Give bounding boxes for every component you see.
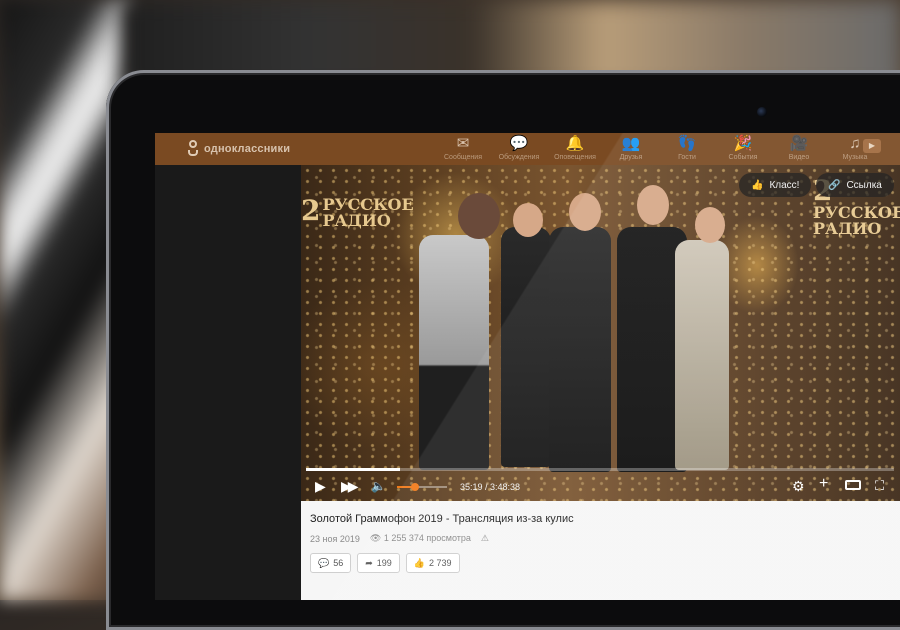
person-head xyxy=(513,203,543,237)
ok-logo-icon xyxy=(187,140,199,157)
person-head xyxy=(569,193,601,231)
share-button[interactable]: ➦ 199 xyxy=(357,553,400,573)
shares-count: 199 xyxy=(376,558,392,568)
top-navigation-bar: одноклассники ✉ Сообщения 💬 Обсуждения 🔔… xyxy=(155,133,900,165)
nav-label: Сообщения xyxy=(444,154,482,161)
nav-label: Видео xyxy=(788,154,810,161)
nav-item-messages[interactable]: ✉ Сообщения xyxy=(435,135,491,163)
envelope-icon: ✉ xyxy=(456,135,470,152)
like-chip-label: Класс! xyxy=(769,179,800,191)
comments-count: 56 xyxy=(333,558,344,568)
play-icon[interactable]: ▶ xyxy=(863,139,881,153)
webcam xyxy=(757,107,767,117)
footprints-icon: 👣 xyxy=(677,135,697,152)
play-icon[interactable]: ▶ xyxy=(315,479,326,493)
share-arrow-icon: ➦ xyxy=(365,557,373,568)
nav-item-discussions[interactable]: 💬 Обсуждения xyxy=(491,135,547,163)
video-player[interactable]: 2 РУССКОЕ РАДИО 2 РУССКОЕ РАДИО 👍 Класс!… xyxy=(301,165,900,501)
main-nav: ✉ Сообщения 💬 Обсуждения 🔔 Оповещения 👥 … xyxy=(435,135,883,163)
logo-text: одноклассники xyxy=(204,142,291,155)
comments-button[interactable]: 💬 56 xyxy=(310,553,352,573)
thumbs-up-icon: 👍 xyxy=(413,557,426,568)
player-controls: ▶ ▶▶ 🔈 35:19 / 3:48:38 ⚙ + ⛶ xyxy=(301,471,900,501)
time-display: 35:19 / 3:48:38 xyxy=(460,482,521,492)
link-chip-label: Ссылка xyxy=(846,179,882,191)
logo-line-2: РАДИО xyxy=(813,219,882,238)
logo-line-2: РАДИО xyxy=(322,211,391,230)
nav-label: Обсуждения xyxy=(498,154,540,161)
ok-logo[interactable]: одноклассники xyxy=(187,140,290,157)
nav-item-video[interactable]: 🎥 Видео xyxy=(771,135,827,163)
thumbs-up-icon: 👍 xyxy=(751,179,764,191)
plus-icon[interactable]: + xyxy=(819,476,828,492)
volume-icon[interactable]: 🔈 xyxy=(371,479,386,493)
volume-slider[interactable] xyxy=(397,483,447,491)
person-silver-jacket xyxy=(419,235,489,470)
person-dark xyxy=(501,227,551,467)
volume-slider-knob[interactable] xyxy=(410,483,419,491)
like-chip[interactable]: 👍 Класс! xyxy=(739,173,812,197)
video-meta: 23 ноя 2019 👁 1 255 374 просмотра ⚠ xyxy=(310,533,489,544)
events-icon: 🎉 xyxy=(733,135,753,152)
link-chip[interactable]: 🔗 Ссылка xyxy=(816,173,894,197)
views-group: 👁 1 255 374 просмотра xyxy=(370,533,471,544)
nav-label: Оповещения xyxy=(554,154,596,161)
russkoe-radio-logo-left: 2 РУССКОЕ РАДИО xyxy=(301,197,414,229)
nav-item-friends[interactable]: 👥 Друзья xyxy=(603,135,659,163)
nav-item-events[interactable]: 🎉 События xyxy=(715,135,771,163)
stats-buttons: 💬 56 ➦ 199 👍 2 739 xyxy=(310,553,460,573)
person-head xyxy=(458,193,500,239)
friends-icon: 👥 xyxy=(621,135,641,152)
nav-label: Музыка xyxy=(842,154,868,161)
link-icon: 🔗 xyxy=(828,179,841,191)
nav-label: События xyxy=(728,154,758,161)
nav-item-notifications[interactable]: 🔔 Оповещения xyxy=(547,135,603,163)
video-title: Золотой Граммофон 2019 - Трансляция из-з… xyxy=(310,513,574,525)
left-panel xyxy=(155,165,301,600)
person-sequin-jacket xyxy=(549,227,611,472)
views-count: 1 255 374 просмотра xyxy=(383,533,471,543)
video-camera-icon: 🎥 xyxy=(789,135,809,152)
upload-date: 23 ноя 2019 xyxy=(310,533,360,544)
nav-label: Друзья xyxy=(619,154,643,161)
bell-icon: 🔔 xyxy=(565,135,585,152)
laptop-screen: одноклассники ✉ Сообщения 💬 Обсуждения 🔔… xyxy=(155,133,900,600)
person-head xyxy=(695,207,725,243)
skip-forward-icon[interactable]: ▶▶ xyxy=(341,479,358,493)
gear-icon[interactable]: ⚙ xyxy=(792,479,805,493)
logo-number: 2 xyxy=(301,194,321,227)
like-button[interactable]: 👍 2 739 xyxy=(405,553,460,573)
likes-count: 2 739 xyxy=(429,558,452,568)
eye-icon: 👁 xyxy=(369,533,382,543)
fullscreen-icon[interactable]: ⛶ xyxy=(875,479,884,493)
person-silver-dress xyxy=(675,240,729,470)
miniplayer-icon[interactable] xyxy=(845,480,861,490)
chat-bubbles-icon: 💬 xyxy=(509,135,529,152)
comment-icon: 💬 xyxy=(318,557,330,568)
nav-item-guests[interactable]: 👣 Гости xyxy=(659,135,715,163)
video-info-panel: Золотой Граммофон 2019 - Трансляция из-з… xyxy=(301,501,900,600)
report-icon[interactable]: ⚠ xyxy=(481,533,489,544)
person-head xyxy=(637,185,669,225)
nav-label: Гости xyxy=(678,154,696,161)
